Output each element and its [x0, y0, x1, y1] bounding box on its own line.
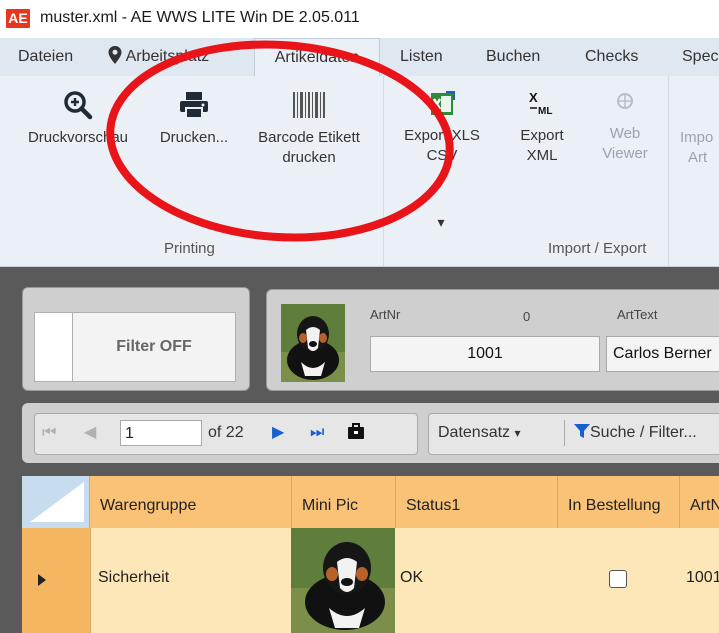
column-header-in-bestellung[interactable]: In Bestellung: [558, 476, 680, 528]
export-xls-button[interactable]: Export XLS CSV: [392, 90, 492, 166]
record-position-input[interactable]: 1: [120, 420, 202, 446]
tab-arbeitsplatz-label: Arbeitsplatz: [125, 48, 210, 65]
ribbon-tab-bar: Dateien Arbeitsplatz Artikeldaten Listen…: [0, 38, 719, 77]
web-viewer-button[interactable]: Web Viewer: [588, 90, 662, 164]
printer-icon: [180, 92, 208, 119]
excel-export-icon: [431, 91, 455, 115]
artnr-caption: ArtNr: [370, 307, 401, 322]
datensatz-dropdown[interactable]: Datensatz ▾: [438, 420, 521, 446]
druckvorschau-label: Druckvorschau: [27, 129, 129, 146]
cell-status1: OK: [400, 569, 424, 586]
in-bestellung-checkbox[interactable]: [609, 570, 627, 588]
import-artikel-button[interactable]: Impo Art: [680, 128, 719, 168]
location-pin-icon: [108, 46, 122, 64]
xml-export-icon: XML: [529, 90, 552, 117]
article-photo: [281, 304, 345, 382]
group-label-printing: Printing: [164, 240, 215, 257]
column-header-warengruppe[interactable]: Warengruppe: [90, 476, 292, 528]
briefcase-icon[interactable]: [346, 422, 366, 442]
svg-text:ML: ML: [538, 106, 552, 117]
record-count-label: of 22: [208, 424, 244, 441]
next-record-icon[interactable]: ▶: [272, 420, 284, 446]
barcode-etikett-button[interactable]: Barcode Etikett drucken: [246, 90, 372, 168]
tab-buchen[interactable]: Buchen: [486, 38, 540, 76]
export-xls-label-line1: Export XLS: [404, 127, 480, 144]
current-row-arrow-icon: [38, 574, 46, 586]
export-xls-label-line2: CSV: [426, 147, 458, 164]
suche-filter-label: Suche / Filter...: [590, 424, 697, 441]
druckvorschau-button[interactable]: Druckvorschau: [14, 90, 142, 148]
cell-warengruppe: Sicherheit: [98, 569, 170, 586]
filter-toggle-button[interactable]: Filter OFF: [72, 312, 236, 382]
filter-color-strip: [34, 312, 73, 382]
zero-caption: 0: [523, 309, 531, 324]
import-label-line2: Art: [688, 149, 708, 166]
column-header-status1[interactable]: Status1: [396, 476, 558, 528]
group-label-import-export: Import / Export: [548, 240, 647, 257]
barcode-icon: [293, 92, 325, 118]
zoom-in-icon: [64, 91, 93, 120]
row-indicator[interactable]: [22, 528, 91, 633]
barcode-label-line1: Barcode Etikett: [258, 129, 360, 146]
web-viewer-icon: [617, 93, 633, 109]
import-label-line1: Impo: [680, 129, 714, 146]
ribbon-group-divider: [383, 76, 384, 266]
barcode-label-line2: drucken: [282, 149, 336, 166]
row-mini-pic: [291, 528, 395, 633]
app-logo: AE: [6, 9, 30, 28]
filter-funnel-icon: [574, 424, 590, 438]
export-xml-button[interactable]: X ML Export XML: [500, 90, 584, 166]
grid-select-all-corner[interactable]: [22, 476, 90, 528]
tab-artikeldaten[interactable]: Artikeldaten: [254, 38, 380, 76]
arttext-caption: ArtText: [617, 307, 658, 322]
web-viewer-label-line2: Viewer: [602, 145, 648, 162]
cell-artnr: 1001: [686, 569, 719, 586]
previous-record-icon[interactable]: ◀: [84, 420, 96, 446]
ribbon-group-divider: [668, 76, 669, 266]
ribbon-panel: Druckvorschau Drucken... Barcode Etikett…: [0, 76, 719, 267]
export-xml-label-line1: Export: [520, 127, 564, 144]
web-viewer-label-line1: Web: [609, 125, 641, 142]
export-dropdown-arrow[interactable]: ▾: [426, 212, 456, 232]
window-title: muster.xml - AE WWS LITE Win DE 2.05.011: [40, 9, 360, 26]
tab-listen[interactable]: Listen: [400, 38, 443, 76]
arttext-field[interactable]: Carlos Berner: [606, 336, 719, 372]
tab-dateien[interactable]: Dateien: [18, 38, 73, 76]
svg-text:X: X: [529, 90, 538, 105]
artnr-field[interactable]: 1001: [370, 336, 600, 372]
tab-spec[interactable]: Spec: [682, 38, 718, 76]
first-record-icon[interactable]: ⏮: [42, 420, 56, 446]
drucken-label: Drucken...: [159, 129, 229, 146]
toolbar-divider: [564, 420, 565, 446]
export-xml-label-line2: XML: [526, 147, 558, 164]
column-header-mini-pic[interactable]: Mini Pic: [292, 476, 396, 528]
datensatz-label: Datensatz: [438, 424, 511, 441]
drucken-button[interactable]: Drucken...: [146, 90, 242, 148]
tab-checks[interactable]: Checks: [585, 38, 638, 76]
suche-filter-button[interactable]: Suche / Filter...: [574, 420, 697, 446]
last-record-icon[interactable]: ⏭: [310, 420, 324, 446]
tab-arbeitsplatz[interactable]: Arbeitsplatz: [108, 38, 209, 76]
column-header-artnr[interactable]: ArtN: [680, 476, 719, 528]
corner-triangle-icon: [30, 482, 84, 522]
